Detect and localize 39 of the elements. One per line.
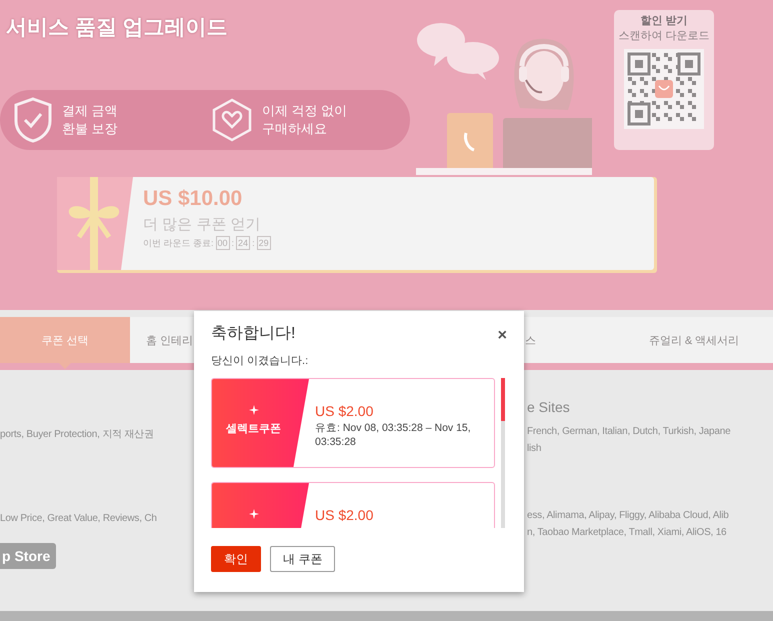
countdown-digit: 24 xyxy=(236,236,250,250)
sparkle-icon xyxy=(248,509,258,519)
footer-text: lish xyxy=(527,442,542,456)
dialog-title: 축하합니다! xyxy=(211,324,296,344)
close-button[interactable]: × xyxy=(498,327,507,345)
countdown-separator: : xyxy=(252,238,255,248)
coupon-card[interactable]: US $2.00 xyxy=(211,482,495,528)
section-heading: e Sites xyxy=(527,399,570,415)
coupon-amount: US $10.00 xyxy=(143,187,244,211)
my-coupons-button[interactable]: 내 쿠폰 xyxy=(270,546,336,572)
qr-card-subtitle: 스캔하여 다운로드 xyxy=(618,29,710,43)
footer-text: n, Taobao Marketplace, Tmall, Xiami, AliOS, 16 xyxy=(527,526,728,540)
coupon-card[interactable]: 셀렉트쿠폰 US $2.00 유효: Nov 08, 03:35:28 – Nov 15, 03:35:28 xyxy=(211,378,495,468)
footer-text: Low Price, Great Value, Reviews, Ch xyxy=(0,512,157,526)
category-tab[interactable]: 스 xyxy=(525,317,615,363)
category-tab[interactable]: 홈 인테리 xyxy=(130,317,194,363)
scrollbar[interactable] xyxy=(501,378,505,528)
coupon-value: US $2.00 xyxy=(315,507,374,523)
countdown-digit: 29 xyxy=(256,236,271,250)
qr-card-title: 할인 받기 xyxy=(640,14,688,28)
confirm-button[interactable]: 확인 xyxy=(211,546,261,572)
dialog-subtitle: 당신이 이겼습니다.: xyxy=(211,354,310,368)
countdown-digit: 00 xyxy=(216,236,230,250)
shield-check-icon xyxy=(14,97,52,143)
coupon-validity: 유효: Nov 08, 03:35:28 – Nov 15, 03:35:28 xyxy=(315,421,472,449)
category-tab[interactable]: 쥬얼리 & 액세서리 xyxy=(615,317,773,363)
footer-text: ports, Buyer Protection, 지적 재산권 xyxy=(0,428,154,442)
countdown-separator: : xyxy=(232,238,234,248)
coupon-type: 셀렉트쿠폰 xyxy=(226,422,281,436)
hero-title: 서비스 품질 업그레이드 xyxy=(5,15,229,41)
benefit-text: 이제 걱정 없이 구매하세요 xyxy=(262,102,348,138)
countdown-label: 이번 라운드 종료: xyxy=(143,236,214,250)
benefit-text: 결제 금액 환불 보장 xyxy=(62,102,118,138)
coupon-value: US $2.00 xyxy=(315,403,374,419)
sparkle-icon xyxy=(248,405,258,415)
app-store-button[interactable]: p Store xyxy=(0,543,56,569)
footer-text: ess, Alimama, Alipay, Fliggy, Alibaba Cloud, Alib xyxy=(527,509,730,523)
footer-text: French, German, Italian, Dutch, Turkish, Japane xyxy=(527,425,732,439)
heart-hexagon-icon xyxy=(212,98,252,142)
